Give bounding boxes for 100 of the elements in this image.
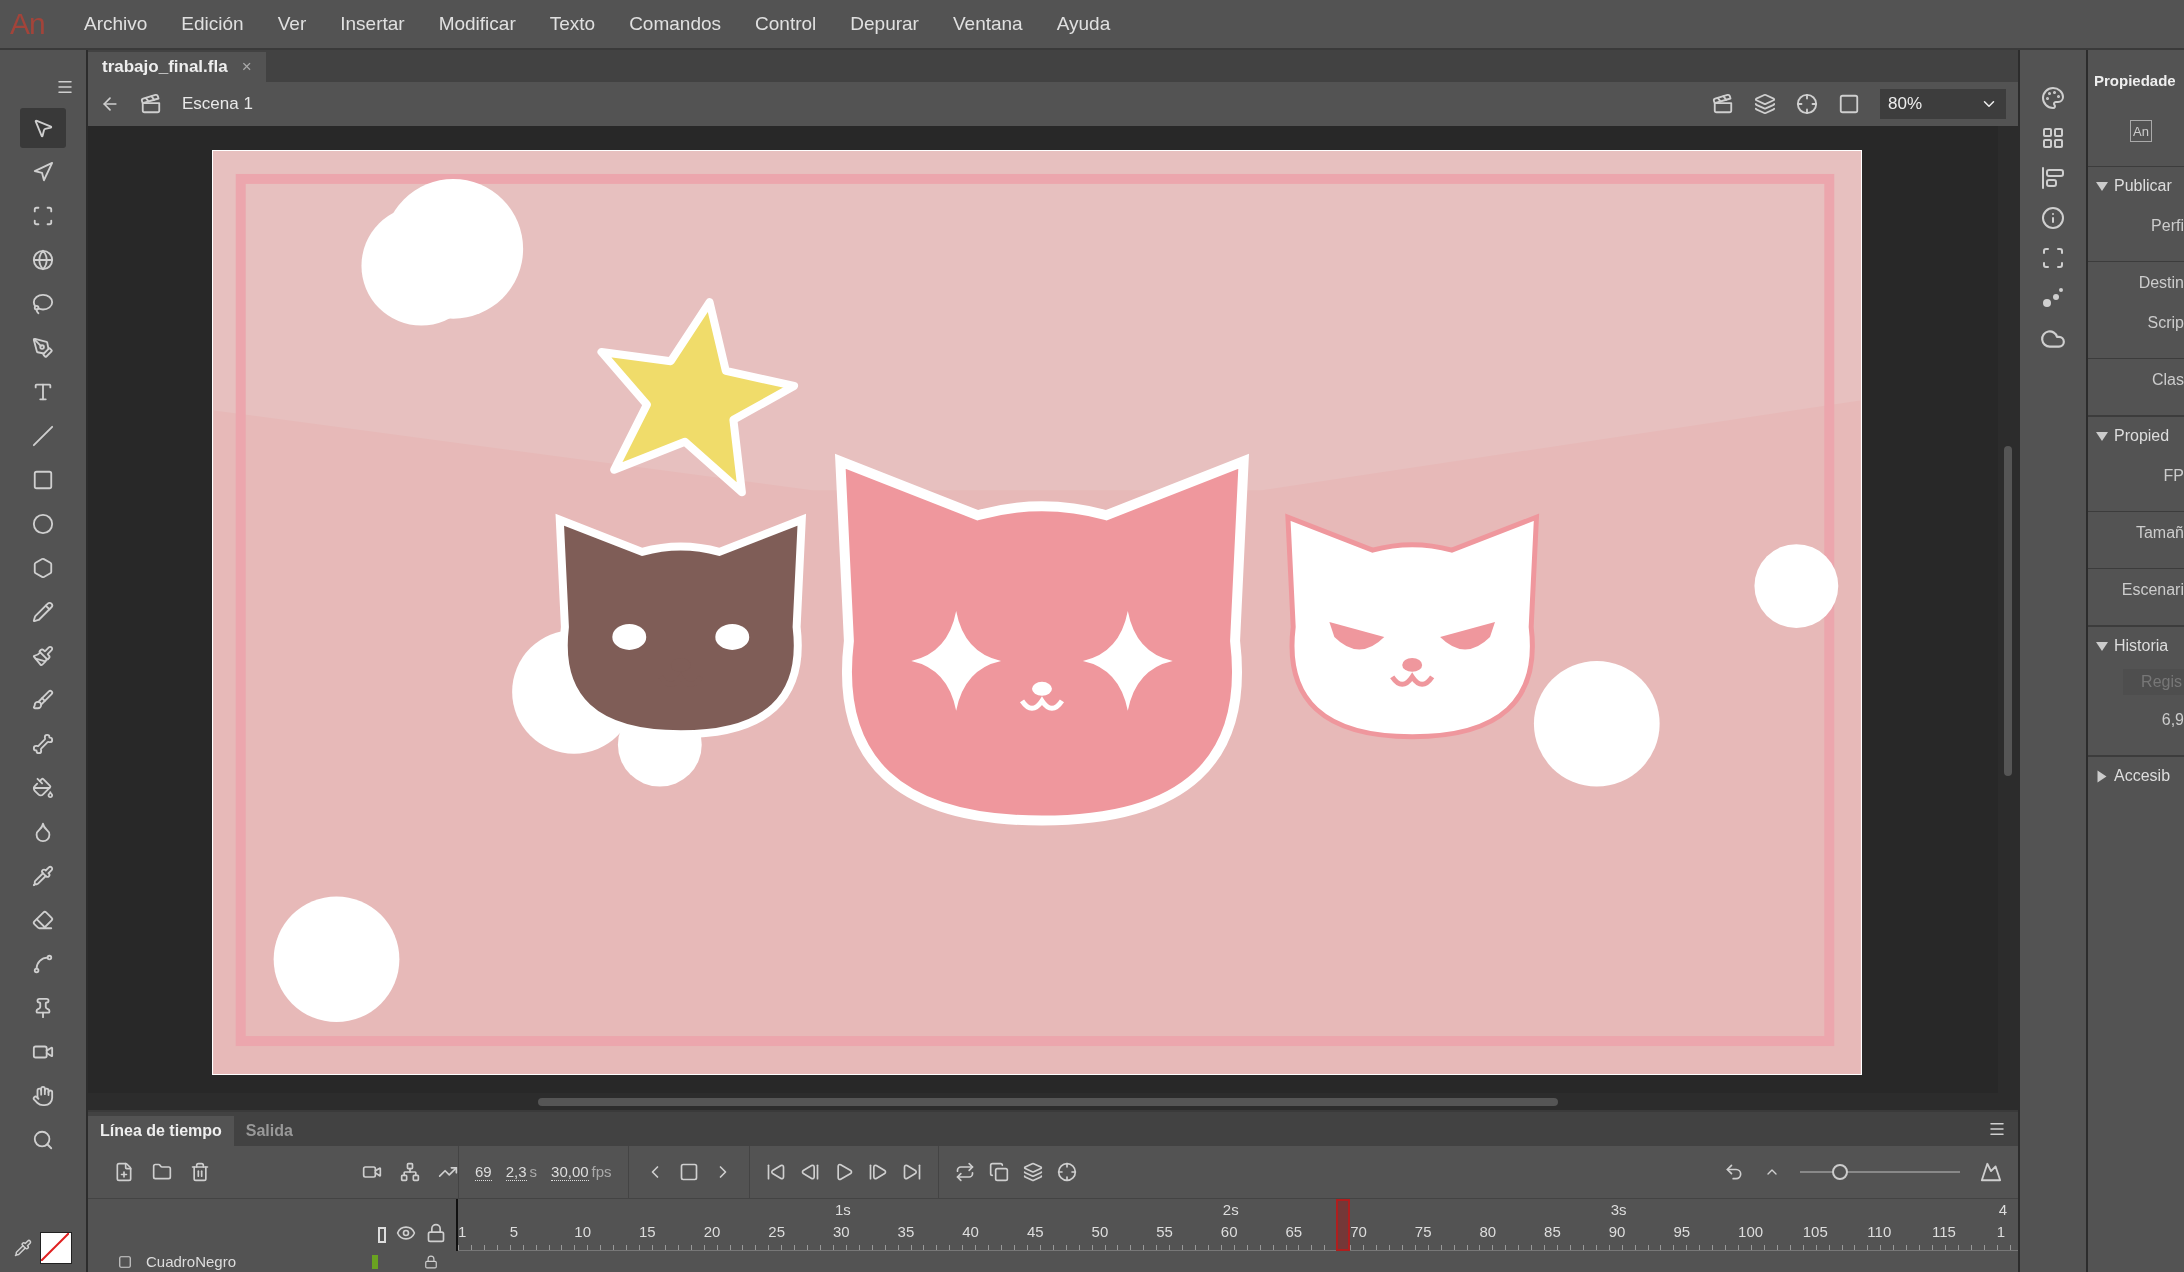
frame-label: 90 <box>1608 1223 1626 1240</box>
menu-item[interactable]: Archivo <box>84 13 148 35</box>
rectangle-icon <box>32 469 54 491</box>
fps-value[interactable]: 30,00 <box>551 1163 589 1181</box>
scrollbar-thumb[interactable] <box>538 1097 1558 1106</box>
property-label: FP <box>2163 467 2184 485</box>
lock-icon[interactable] <box>424 1254 438 1269</box>
brush-icon <box>32 689 54 711</box>
trash-icon[interactable] <box>190 1162 210 1182</box>
menu-item[interactable]: Control <box>755 13 817 35</box>
keyframe-icon[interactable] <box>678 1162 699 1182</box>
menu-item[interactable]: Modificar <box>438 13 516 35</box>
frame-label: 80 <box>1479 1223 1497 1240</box>
scrollbar-thumb[interactable] <box>2004 446 2012 776</box>
menu-item[interactable]: Ventana <box>952 13 1023 35</box>
menu-icon[interactable] <box>56 78 74 96</box>
oval-icon <box>32 513 54 535</box>
frame-label: 55 <box>1156 1223 1173 1240</box>
crosshair-icon[interactable] <box>1056 1162 1077 1182</box>
document-tab[interactable]: trabajo_final.fla × <box>88 52 266 82</box>
hierarchy-icon[interactable] <box>400 1162 420 1182</box>
layers-icon[interactable] <box>1022 1162 1043 1182</box>
menu-icon[interactable] <box>1988 1120 2006 1138</box>
frame-icon[interactable] <box>1838 93 1860 115</box>
timeline-tab[interactable]: Salida <box>233 1116 305 1146</box>
property-label: Perfi <box>2151 217 2184 235</box>
eye-icon[interactable] <box>396 1223 416 1243</box>
grid-icon[interactable] <box>2041 126 2065 150</box>
frame-label: 1 <box>1996 1223 2005 1240</box>
lock-icon[interactable] <box>426 1223 446 1243</box>
transform-icon[interactable] <box>2041 246 2065 270</box>
tool-button[interactable] <box>20 108 66 148</box>
skip-forward-icon[interactable] <box>901 1162 922 1182</box>
property-label: Destin <box>2138 274 2184 292</box>
pencil-icon <box>32 601 54 623</box>
color-swatch[interactable] <box>40 1232 72 1264</box>
frame-label: 60 <box>1220 1223 1238 1240</box>
mountain-icon[interactable] <box>1980 1161 2002 1183</box>
skip-back-icon[interactable] <box>765 1162 786 1182</box>
frame-label: 110 <box>1867 1223 1892 1240</box>
menu-item[interactable]: Depurar <box>850 13 919 35</box>
frame-label: 40 <box>962 1223 979 1240</box>
folder-icon[interactable] <box>152 1162 172 1182</box>
section-header[interactable]: Historia <box>2088 626 2184 665</box>
info-icon[interactable] <box>2041 206 2065 230</box>
menu-item[interactable]: Comandos <box>629 13 722 35</box>
outline-icon[interactable] <box>378 1227 386 1243</box>
lasso-icon <box>32 293 54 315</box>
scene-label[interactable]: Escena 1 <box>182 94 253 114</box>
property-label: Scrip <box>2147 314 2184 332</box>
section-header[interactable]: Accesib <box>2088 756 2184 795</box>
dots-icon[interactable] <box>2041 286 2065 310</box>
align-icon[interactable] <box>2041 166 2065 190</box>
seconds-label: 3s <box>1610 1201 1627 1218</box>
palette-icon[interactable] <box>2041 86 2065 110</box>
new-layer-icon[interactable] <box>114 1162 134 1182</box>
frame-ruler[interactable]: 1s 2s 3s 4 1 5 10 15 20 25 30 35 40 45 50 55 60 65 70 75 80 85 90 95 100 105 110 115 1 <box>458 1199 2018 1251</box>
undo-icon[interactable] <box>1724 1162 1744 1182</box>
onion-skin-icon[interactable] <box>988 1162 1009 1182</box>
frame-label: 65 <box>1285 1223 1303 1240</box>
property-label: 6,9 <box>2161 711 2184 729</box>
time-unit: s <box>529 1163 538 1180</box>
step-forward-icon[interactable] <box>867 1162 888 1182</box>
property-label: Tamañ <box>2135 524 2184 542</box>
no-color-icon <box>41 1233 69 1261</box>
menu-item[interactable]: Texto <box>549 13 596 35</box>
transform-icon <box>32 205 54 227</box>
pointer-icon <box>32 161 54 183</box>
frame-label: 95 <box>1673 1223 1691 1240</box>
clapperboard-icon[interactable] <box>140 93 162 115</box>
section-header[interactable]: Propied <box>2088 416 2184 455</box>
paintbrush-icon <box>32 645 54 667</box>
frame-label: 15 <box>639 1223 656 1240</box>
crosshair-icon[interactable] <box>1796 93 1818 115</box>
time-value[interactable]: 2,3 <box>505 1163 527 1181</box>
loop-icon[interactable] <box>954 1162 975 1182</box>
clapperboard-icon[interactable] <box>1712 93 1734 115</box>
zoom-dropdown[interactable]: 80% <box>1880 89 2006 119</box>
slider-thumb[interactable] <box>1832 1164 1848 1180</box>
eyedropper-icon[interactable] <box>14 1239 32 1257</box>
menu-item[interactable]: Ayuda <box>1056 13 1111 35</box>
layer-name[interactable]: CuadroNegro <box>146 1253 237 1270</box>
frame-label: 105 <box>1802 1223 1828 1240</box>
app-logo: An <box>10 7 46 41</box>
document-title: trabajo_final.fla <box>102 57 228 77</box>
frame-label: 75 <box>1414 1223 1432 1240</box>
menu-item[interactable]: Ver <box>277 13 307 35</box>
menu-item[interactable]: Edición <box>181 13 244 35</box>
curve-icon <box>32 953 54 975</box>
frame-number[interactable]: 69 <box>475 1163 492 1181</box>
section-header[interactable]: Publicar <box>2088 166 2184 205</box>
menu-item[interactable]: Insertar <box>340 13 405 35</box>
frame-label: 50 <box>1091 1223 1109 1240</box>
layers-icon[interactable] <box>1754 93 1776 115</box>
panel-title[interactable]: Propiedade <box>2088 50 2184 112</box>
close-button[interactable]: × <box>241 57 252 77</box>
bone-icon <box>32 733 54 755</box>
frame-label: 10 <box>574 1223 592 1240</box>
timeline-tab[interactable]: Línea de tiempo <box>88 1116 234 1146</box>
step-back-icon[interactable] <box>799 1162 820 1182</box>
